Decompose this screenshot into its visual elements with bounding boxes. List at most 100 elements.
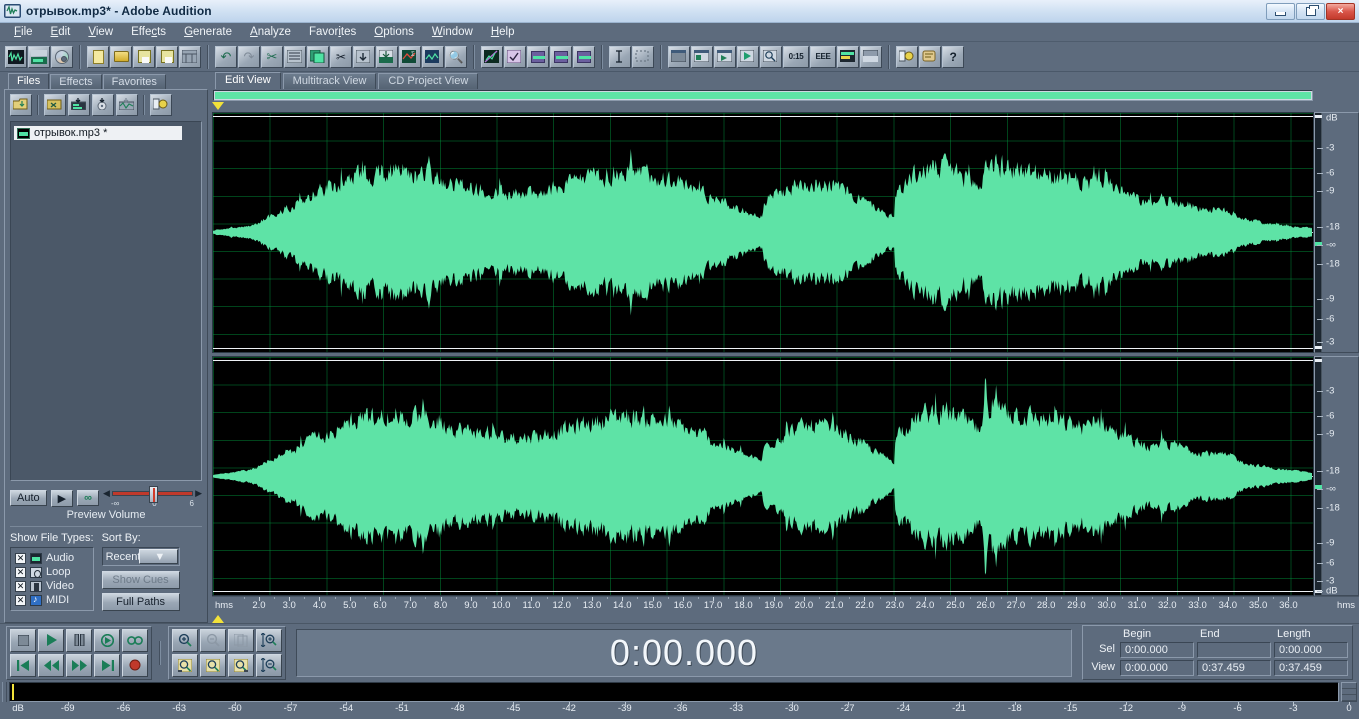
checkbox-video[interactable]: ✕ bbox=[15, 580, 26, 592]
volume-thumb[interactable] bbox=[149, 486, 159, 503]
organizer-window-icon[interactable] bbox=[691, 45, 713, 68]
zoom-in-vertical-button[interactable] bbox=[256, 628, 282, 652]
open-file-icon[interactable] bbox=[110, 45, 132, 68]
multitrack-view-icon[interactable] bbox=[28, 45, 50, 68]
scan-icon[interactable]: 🔍 bbox=[445, 45, 467, 68]
transport-window-icon[interactable] bbox=[714, 45, 736, 68]
trim-icon[interactable]: Σ bbox=[399, 45, 421, 68]
file-options-icon[interactable] bbox=[150, 94, 172, 116]
insert-into-cd-list-icon[interactable] bbox=[92, 94, 114, 116]
file-type-loop[interactable]: ✕ Loop bbox=[15, 565, 89, 579]
close-button[interactable]: × bbox=[1326, 2, 1355, 20]
checkbox-midi[interactable]: ✕ bbox=[15, 594, 26, 606]
rewind-button[interactable] bbox=[38, 653, 64, 677]
preview-play-button[interactable]: ▶ bbox=[50, 489, 74, 507]
options-settings-icon[interactable] bbox=[896, 45, 918, 68]
spectral-phase-icon[interactable] bbox=[573, 45, 595, 68]
waveform-channel-left[interactable] bbox=[212, 112, 1314, 353]
sel-end-field[interactable] bbox=[1197, 642, 1271, 658]
waveform-channel-right[interactable] bbox=[212, 355, 1314, 596]
preview-loop-button[interactable]: ∞ bbox=[77, 490, 99, 506]
menu-view[interactable]: View bbox=[79, 25, 122, 39]
volume-track[interactable] bbox=[111, 486, 194, 503]
zoom-to-selection-button[interactable] bbox=[200, 653, 226, 677]
copy-icon[interactable] bbox=[307, 45, 329, 68]
zoom-to-selection-right-button[interactable] bbox=[228, 653, 254, 677]
menu-edit[interactable]: Edit bbox=[42, 25, 80, 39]
zoom-to-selection-left-button[interactable] bbox=[172, 653, 198, 677]
volume-right-arrow-icon[interactable]: ▶ bbox=[195, 488, 202, 499]
playhead-marker-top-icon[interactable] bbox=[212, 102, 224, 110]
level-meter-side-buttons[interactable] bbox=[1341, 682, 1357, 702]
stop-button[interactable] bbox=[10, 628, 36, 652]
tab-multitrack-view[interactable]: Multitrack View bbox=[282, 73, 377, 89]
show-cues-button[interactable]: Show Cues bbox=[101, 571, 180, 589]
menu-effects[interactable]: Effects bbox=[122, 25, 175, 39]
close-file-icon[interactable] bbox=[179, 45, 201, 68]
checkbox-loop[interactable]: ✕ bbox=[15, 566, 26, 578]
horizontal-scrollbar[interactable] bbox=[212, 89, 1359, 102]
full-paths-button[interactable]: Full Paths bbox=[101, 593, 180, 611]
script-icon[interactable] bbox=[919, 45, 941, 68]
tab-files[interactable]: Files bbox=[8, 73, 50, 89]
mixdown-icon[interactable] bbox=[284, 45, 306, 68]
file-type-midi[interactable]: ✕ MIDI bbox=[15, 593, 89, 607]
marquee-selection-icon[interactable] bbox=[632, 45, 654, 68]
paste-icon[interactable] bbox=[353, 45, 375, 68]
tab-favorites[interactable]: Favorites bbox=[102, 74, 166, 89]
cut-tool-icon[interactable]: ✂ bbox=[261, 45, 283, 68]
checkbox-audio[interactable]: ✕ bbox=[15, 552, 26, 564]
file-list[interactable]: отрывок.mp3 * bbox=[10, 121, 202, 481]
amplitude-graph-icon[interactable] bbox=[481, 45, 503, 68]
zoom-out-vertical-button[interactable] bbox=[256, 653, 282, 677]
view-length-field[interactable]: 0:37.459 bbox=[1274, 660, 1348, 676]
menu-analyze[interactable]: Analyze bbox=[241, 25, 300, 39]
level-meter-bar[interactable] bbox=[9, 682, 1339, 702]
redo-icon[interactable]: ↷ bbox=[238, 45, 260, 68]
menu-help[interactable]: Help bbox=[482, 25, 524, 39]
play-window-icon[interactable] bbox=[737, 45, 759, 68]
play-button[interactable] bbox=[38, 628, 64, 652]
meter-grip[interactable] bbox=[2, 682, 7, 702]
save-as-icon[interactable] bbox=[156, 45, 178, 68]
window-panel-icon[interactable] bbox=[668, 45, 690, 68]
zoom-out-horizontal-button[interactable] bbox=[200, 628, 226, 652]
cut-icon[interactable]: ✂ bbox=[330, 45, 352, 68]
open-file-icon[interactable] bbox=[10, 94, 32, 116]
time-selection-icon[interactable] bbox=[609, 45, 631, 68]
undo-icon[interactable]: ↶ bbox=[215, 45, 237, 68]
menu-generate[interactable]: Generate bbox=[175, 25, 241, 39]
insert-into-multitrack-icon[interactable] bbox=[68, 94, 90, 116]
preview-volume-slider[interactable]: ◀ ▶ -∞ 0 6 bbox=[103, 486, 202, 508]
time-display-panel[interactable]: 0:00.000 bbox=[296, 628, 1072, 677]
level-meters-icon[interactable] bbox=[837, 45, 859, 68]
playhead-marker-bottom-icon[interactable] bbox=[212, 615, 224, 623]
time-window-icon[interactable]: 0:15 bbox=[783, 45, 809, 68]
go-to-end-button[interactable] bbox=[94, 653, 120, 677]
menu-favorites[interactable]: Favorites bbox=[300, 25, 365, 39]
tab-cd-project-view[interactable]: CD Project View bbox=[378, 73, 479, 89]
mix-paste-icon[interactable] bbox=[376, 45, 398, 68]
help-icon[interactable]: ? bbox=[942, 45, 964, 68]
pause-button[interactable] bbox=[66, 628, 92, 652]
edit-view-waveform-icon[interactable] bbox=[5, 45, 27, 68]
tab-edit-view[interactable]: Edit View bbox=[215, 72, 281, 89]
play-to-end-button[interactable] bbox=[94, 628, 120, 652]
insert-multitrack-icon[interactable] bbox=[422, 45, 444, 68]
volume-left-arrow-icon[interactable]: ◀ bbox=[103, 488, 110, 499]
sel-begin-field[interactable]: 0:00.000 bbox=[1120, 642, 1194, 658]
selection-view-window-icon[interactable]: EEE bbox=[810, 45, 836, 68]
placement-icon[interactable] bbox=[860, 45, 882, 68]
chevron-down-icon[interactable]: ▼ bbox=[139, 549, 178, 564]
save-file-icon[interactable] bbox=[133, 45, 155, 68]
spectral-pan-icon[interactable] bbox=[550, 45, 572, 68]
file-type-video[interactable]: ✕ Video bbox=[15, 579, 89, 593]
zoom-out-full-button[interactable] bbox=[228, 628, 254, 652]
minimize-button[interactable] bbox=[1266, 2, 1295, 20]
scrollbar-track[interactable] bbox=[213, 90, 1313, 101]
record-button[interactable] bbox=[122, 653, 148, 677]
fast-forward-button[interactable] bbox=[66, 653, 92, 677]
sort-by-select[interactable]: Recent Acce ▼ bbox=[101, 547, 180, 566]
menu-window[interactable]: Window bbox=[423, 25, 482, 39]
zoom-in-horizontal-button[interactable] bbox=[172, 628, 198, 652]
